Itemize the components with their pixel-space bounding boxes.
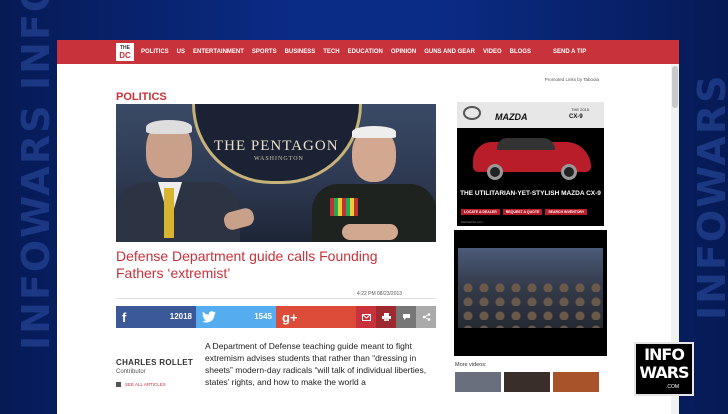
- locate-dealer-button[interactable]: LOCATE A DEALER: [461, 209, 500, 215]
- search-inventory-button[interactable]: SEARCH INVENTORY: [545, 209, 588, 215]
- logo-line2: WARS: [639, 363, 689, 382]
- see-all-articles-link[interactable]: SEE ALL ARTICLES: [116, 382, 166, 387]
- backdrop-watermark: INFOWARS: [690, 73, 728, 320]
- car-wheel: [561, 164, 577, 180]
- more-share-button[interactable]: [416, 306, 436, 328]
- section-label[interactable]: POLITICS: [116, 91, 167, 103]
- nav-video[interactable]: VIDEO: [483, 49, 502, 55]
- list-icon: [116, 382, 121, 387]
- scrollbar-thumb[interactable]: [672, 66, 678, 108]
- nav-business[interactable]: BUSINESS: [285, 49, 316, 55]
- nav-opinion[interactable]: OPINION: [391, 49, 416, 55]
- seal-subtext: WASHINGTON: [254, 156, 304, 162]
- nav-send-a-tip[interactable]: SEND A TIP: [553, 49, 586, 55]
- twitter-count: 1545: [254, 312, 272, 321]
- mazda-ad[interactable]: MAZDA THE 2015 CX-9 THE UTILITARIAN-YET-…: [457, 102, 604, 226]
- request-quote-button[interactable]: REQUEST A QUOTE: [502, 209, 543, 215]
- twitter-share-button[interactable]: 1545: [196, 306, 276, 328]
- google-plus-share-button[interactable]: g+: [276, 306, 356, 328]
- person-right: [312, 126, 436, 242]
- divider: [116, 298, 436, 299]
- article-body: A Department of Defense teaching guide m…: [205, 341, 427, 387]
- article-timestamp: 4:22 PM 08/23/2013: [357, 291, 403, 297]
- hero-image[interactable]: THE PENTAGON WASHINGTON: [116, 104, 436, 242]
- logo-line1: INFO: [644, 345, 685, 364]
- article-headline[interactable]: Defense Department guide calls Founding …: [116, 248, 416, 282]
- author-name[interactable]: CHARLES ROLLET: [116, 358, 193, 367]
- nav-entertainment[interactable]: ENTERTAINMENT: [193, 49, 244, 55]
- twitter-icon: [202, 311, 216, 323]
- press-room-crowd: [458, 278, 603, 328]
- nav-education[interactable]: EDUCATION: [348, 49, 383, 55]
- video-player[interactable]: [454, 230, 607, 356]
- facebook-count: 12018: [169, 312, 192, 321]
- print-button[interactable]: [376, 306, 396, 328]
- ad-tagline: THE UTILITARIAN-YET-STYLISH MAZDA CX-9: [460, 190, 601, 197]
- ad-brand: MAZDA: [495, 112, 528, 122]
- video-thumbnail[interactable]: [455, 372, 501, 392]
- nav-guns-and-gear[interactable]: GUNS AND GEAR: [424, 49, 475, 55]
- comment-button[interactable]: [396, 306, 416, 328]
- ad-model: CX-9: [569, 114, 583, 120]
- car-wheel: [487, 164, 503, 180]
- nav-tech[interactable]: TECH: [323, 49, 339, 55]
- google-plus-icon: g+: [282, 309, 298, 325]
- video-thumbnails: [455, 372, 599, 392]
- backdrop-watermark: INFOWARS: [14, 0, 58, 90]
- nav-politics[interactable]: POLITICS: [141, 49, 169, 55]
- promoted-links-label[interactable]: Promoted Links by Taboola: [545, 77, 599, 82]
- share-icon: [422, 313, 430, 321]
- comment-icon: [402, 314, 410, 320]
- infowars-logo: INFO WARS .COM: [634, 342, 694, 396]
- video-thumbnail[interactable]: [504, 372, 550, 392]
- nav-us[interactable]: US: [177, 49, 185, 55]
- ad-header: MAZDA THE 2015 CX-9: [457, 102, 604, 128]
- ad-buttons: LOCATE A DEALER REQUEST A QUOTE SEARCH I…: [461, 209, 588, 215]
- ad-year: THE 2015: [571, 107, 590, 112]
- site-logo[interactable]: THE DC: [115, 42, 135, 62]
- print-icon: [381, 313, 391, 321]
- backdrop-watermark: INFOWARS: [14, 103, 58, 350]
- nav-blogs[interactable]: BLOGS: [510, 49, 531, 55]
- video-frame: [458, 248, 603, 328]
- person-left: [116, 120, 256, 242]
- share-bar: f 12018 1545 g+: [116, 306, 436, 328]
- mazda-logo-icon: [463, 106, 481, 120]
- video-thumbnail[interactable]: [553, 372, 599, 392]
- author-role: Contributor: [116, 369, 146, 375]
- nav-sports[interactable]: SPORTS: [252, 49, 277, 55]
- ad-footer: MazdaUSA.com: [461, 220, 483, 224]
- web-page: THE DC POLITICS US ENTERTAINMENT SPORTS …: [57, 40, 679, 414]
- see-all-articles-label: SEE ALL ARTICLES: [125, 382, 166, 387]
- logo-domain: .COM: [666, 384, 680, 390]
- top-nav: THE DC POLITICS US ENTERTAINMENT SPORTS …: [57, 40, 679, 64]
- facebook-share-button[interactable]: f 12018: [116, 306, 196, 328]
- facebook-icon: f: [122, 309, 127, 325]
- logo-dc: DC: [119, 51, 131, 60]
- car-window: [497, 138, 555, 150]
- more-videos-label: More videos:: [455, 362, 487, 368]
- email-share-button[interactable]: [356, 306, 376, 328]
- email-icon: [361, 313, 371, 321]
